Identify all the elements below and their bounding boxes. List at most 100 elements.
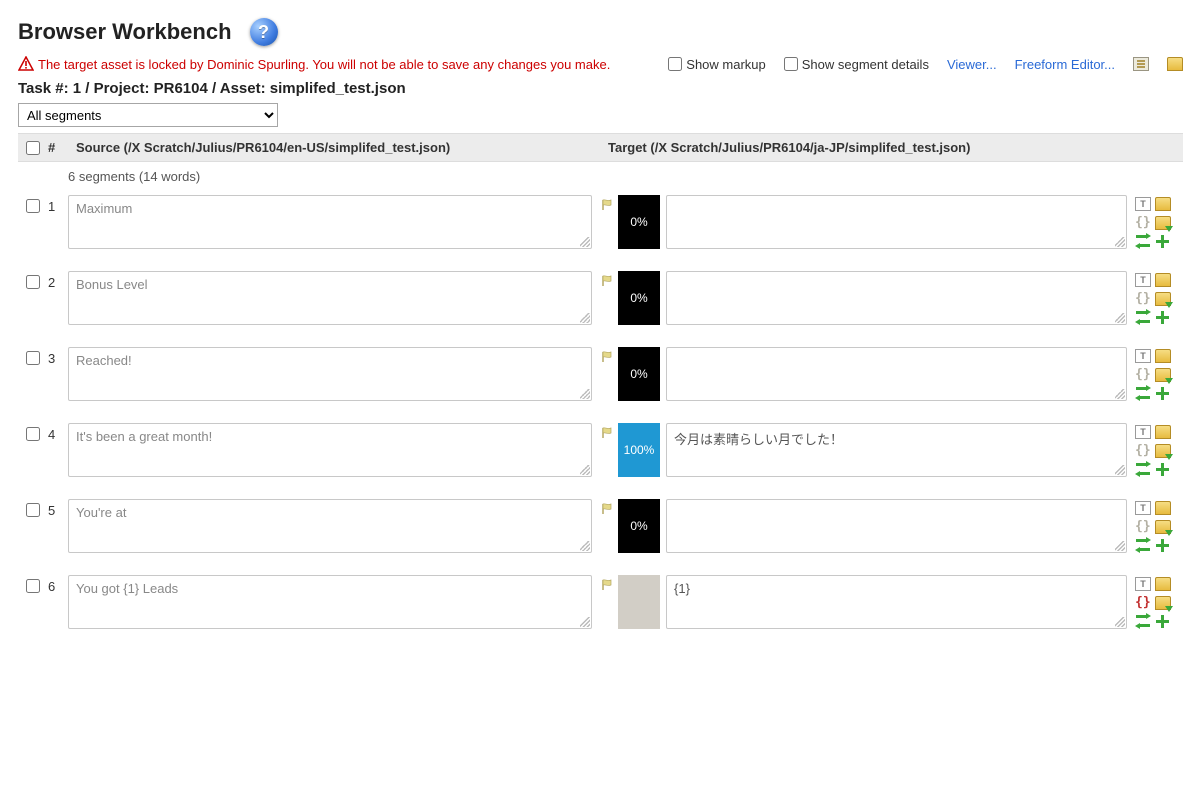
show-markup-checkbox-label[interactable]: Show markup <box>668 57 765 72</box>
resize-handle-icon[interactable] <box>1115 237 1125 247</box>
folder-icon[interactable] <box>1167 57 1183 71</box>
row-checkbox[interactable] <box>26 199 40 213</box>
folder-download-icon[interactable] <box>1155 368 1171 382</box>
brackets-icon[interactable]: {} <box>1135 367 1151 382</box>
swap-icon[interactable] <box>1135 538 1151 552</box>
folder-download-icon[interactable] <box>1155 520 1171 534</box>
select-all-checkbox[interactable] <box>26 141 40 155</box>
flag-icon[interactable] <box>602 503 614 515</box>
row-number: 4 <box>48 423 68 477</box>
brackets-icon[interactable]: {} <box>1135 215 1151 230</box>
add-icon[interactable] <box>1155 462 1170 476</box>
match-score: 100% <box>618 423 660 477</box>
toggle-translation-icon[interactable]: T <box>1135 197 1151 211</box>
show-markup-checkbox[interactable] <box>668 57 682 71</box>
swap-icon[interactable] <box>1135 234 1151 248</box>
swap-icon[interactable] <box>1135 310 1151 324</box>
row-number: 6 <box>48 575 68 629</box>
swap-icon[interactable] <box>1135 614 1151 628</box>
folder-download-icon[interactable] <box>1155 216 1171 230</box>
source-text[interactable]: You got {1} Leads <box>68 575 592 629</box>
folder-download-icon[interactable] <box>1155 596 1171 610</box>
resize-handle-icon[interactable] <box>1115 541 1125 551</box>
task-label: Task #: 1 / Project: PR6104 / Asset: sim… <box>18 80 1183 97</box>
brackets-icon[interactable]: {} <box>1135 291 1151 306</box>
row-checkbox[interactable] <box>26 351 40 365</box>
target-text[interactable]: 今月は素晴らしい月でした！ <box>666 423 1127 477</box>
warning-text: The target asset is locked by Dominic Sp… <box>38 57 610 72</box>
target-text[interactable] <box>666 499 1127 553</box>
segment-filter-select[interactable]: All segments <box>18 103 278 127</box>
source-text[interactable]: Maximum <box>68 195 592 249</box>
source-text[interactable]: Bonus Level <box>68 271 592 325</box>
col-target-header: Target (/X Scratch/Julius/PR6104/ja-JP/s… <box>600 140 1135 155</box>
folder-download-icon[interactable] <box>1155 444 1171 458</box>
toggle-translation-icon[interactable]: T <box>1135 273 1151 287</box>
open-folder-icon[interactable] <box>1155 197 1171 211</box>
add-icon[interactable] <box>1155 538 1170 552</box>
target-text[interactable] <box>666 271 1127 325</box>
row-number: 5 <box>48 499 68 553</box>
match-score: 0% <box>618 347 660 401</box>
open-folder-icon[interactable] <box>1155 349 1171 363</box>
add-icon[interactable] <box>1155 310 1170 324</box>
resize-handle-icon[interactable] <box>1115 313 1125 323</box>
row-number: 3 <box>48 347 68 401</box>
target-text[interactable] <box>666 195 1127 249</box>
flag-icon[interactable] <box>602 579 614 591</box>
row-number: 1 <box>48 195 68 249</box>
resize-handle-icon[interactable] <box>1115 465 1125 475</box>
swap-icon[interactable] <box>1135 462 1151 476</box>
viewer-link[interactable]: Viewer... <box>947 57 997 72</box>
resize-handle-icon[interactable] <box>580 465 590 475</box>
row-checkbox[interactable] <box>26 427 40 441</box>
match-score <box>618 575 660 629</box>
toggle-translation-icon[interactable]: T <box>1135 425 1151 439</box>
help-icon[interactable]: ? <box>250 18 278 46</box>
flag-icon[interactable] <box>602 351 614 363</box>
row-checkbox[interactable] <box>26 503 40 517</box>
freeform-editor-link[interactable]: Freeform Editor... <box>1015 57 1115 72</box>
toggle-translation-icon[interactable]: T <box>1135 349 1151 363</box>
resize-handle-icon[interactable] <box>1115 617 1125 627</box>
resize-handle-icon[interactable] <box>580 541 590 551</box>
toggle-translation-icon[interactable]: T <box>1135 501 1151 515</box>
row-checkbox[interactable] <box>26 579 40 593</box>
brackets-icon[interactable]: {} <box>1135 519 1151 534</box>
swap-icon[interactable] <box>1135 386 1151 400</box>
source-text[interactable]: You're at <box>68 499 592 553</box>
folder-download-icon[interactable] <box>1155 292 1171 306</box>
brackets-icon[interactable]: {} <box>1135 443 1151 458</box>
col-source-header: Source (/X Scratch/Julius/PR6104/en-US/s… <box>68 140 600 155</box>
brackets-icon[interactable]: {} <box>1135 595 1151 610</box>
warning-icon <box>18 56 34 72</box>
add-icon[interactable] <box>1155 614 1170 628</box>
open-folder-icon[interactable] <box>1155 577 1171 591</box>
row-checkbox[interactable] <box>26 275 40 289</box>
open-folder-icon[interactable] <box>1155 501 1171 515</box>
segment-count: 6 segments (14 words) <box>18 162 1183 191</box>
show-segment-details-checkbox[interactable] <box>784 57 798 71</box>
show-segment-details-checkbox-label[interactable]: Show segment details <box>784 57 929 72</box>
resize-handle-icon[interactable] <box>580 617 590 627</box>
resize-handle-icon[interactable] <box>580 389 590 399</box>
grid-header: # Source (/X Scratch/Julius/PR6104/en-US… <box>18 133 1183 162</box>
flag-icon[interactable] <box>602 275 614 287</box>
resize-handle-icon[interactable] <box>580 237 590 247</box>
flag-icon[interactable] <box>602 199 614 211</box>
open-folder-icon[interactable] <box>1155 425 1171 439</box>
add-icon[interactable] <box>1155 234 1170 248</box>
target-text[interactable] <box>666 347 1127 401</box>
page-title: Browser Workbench <box>18 19 232 45</box>
resize-handle-icon[interactable] <box>1115 389 1125 399</box>
source-text[interactable]: Reached! <box>68 347 592 401</box>
source-text[interactable]: It's been a great month! <box>68 423 592 477</box>
toggle-translation-icon[interactable]: T <box>1135 577 1151 591</box>
show-markup-text: Show markup <box>686 57 765 72</box>
add-icon[interactable] <box>1155 386 1170 400</box>
save-icon[interactable] <box>1133 57 1149 71</box>
resize-handle-icon[interactable] <box>580 313 590 323</box>
flag-icon[interactable] <box>602 427 614 439</box>
open-folder-icon[interactable] <box>1155 273 1171 287</box>
target-text[interactable]: {1} <box>666 575 1127 629</box>
